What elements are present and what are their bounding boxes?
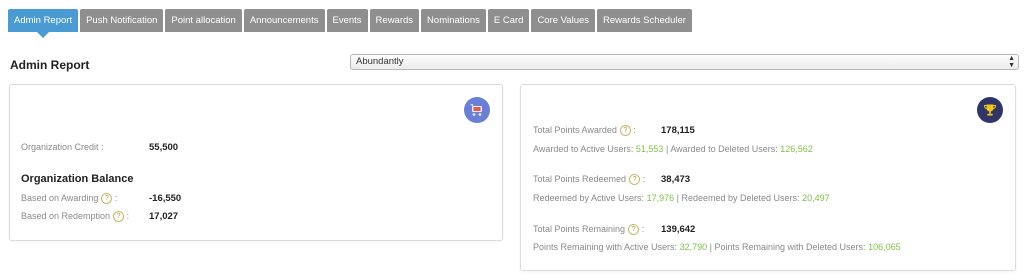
help-icon[interactable]: ?	[629, 174, 641, 186]
awarding-label-row: Based on Awarding? :	[21, 193, 118, 205]
redemption-label: Based on Redemption	[21, 211, 111, 221]
total-redeemed-value: 38,473	[661, 174, 691, 185]
organization-card: Organization Credit : 55,500 Organizatio…	[9, 84, 503, 241]
trophy-icon	[977, 97, 1003, 123]
colon: :	[641, 224, 645, 234]
redeemed-active-value: 17,976	[646, 193, 675, 203]
redeemed-active-label: Redeemed by Active Users:	[533, 193, 645, 203]
tab-events[interactable]: Events	[326, 9, 368, 32]
awarded-active-label: Awarded to Active Users:	[533, 144, 634, 154]
redeemed-deleted-value: 20,497	[802, 193, 830, 203]
select-arrows-icon: ▲ ▼	[1008, 55, 1015, 69]
points-card: Total Points Awarded? : 178,115 Awarded …	[520, 84, 1016, 271]
colon: :	[114, 193, 118, 203]
tab-nominations[interactable]: Nominations	[421, 9, 486, 32]
organization-balance-title: Organization Balance	[21, 173, 134, 185]
org-credit-label: Organization Credit :	[21, 142, 104, 152]
tab-point-allocation[interactable]: Point allocation	[165, 9, 242, 32]
awarded-deleted-value: 126,562	[780, 144, 813, 154]
remaining-breakdown: Points Remaining with Active Users: 32,7…	[533, 242, 901, 252]
separator: |	[665, 144, 669, 154]
remaining-active-value: 32,790	[679, 242, 708, 252]
org-credit-value: 55,500	[149, 142, 179, 153]
total-awarded-label: Total Points Awarded	[533, 125, 617, 135]
remaining-deleted-value: 106,065	[868, 242, 901, 252]
awarding-value: -16,550	[149, 193, 182, 204]
shopping-cart-icon	[464, 97, 490, 123]
tab-core-values[interactable]: Core Values	[531, 9, 596, 32]
redemption-label-row: Based on Redemption? :	[21, 211, 130, 223]
remaining-deleted-label: Points Remaining with Deleted Users:	[714, 242, 866, 252]
page-title: Admin Report	[10, 58, 90, 72]
total-remaining-label: Total Points Remaining	[533, 224, 626, 234]
help-icon[interactable]: ?	[628, 224, 640, 236]
total-remaining-label-row: Total Points Remaining? :	[533, 224, 645, 236]
tab-push-notification[interactable]: Push Notification	[80, 9, 164, 32]
awarded-deleted-label: Awarded to Deleted Users:	[670, 144, 778, 154]
tab-announcements[interactable]: Announcements	[243, 9, 325, 32]
colon: :	[633, 125, 636, 135]
help-icon[interactable]: ?	[101, 193, 113, 205]
redeemed-breakdown: Redeemed by Active Users: 17,976 | Redee…	[533, 193, 830, 203]
remaining-active-label: Points Remaining with Active Users:	[533, 242, 678, 252]
period-select-value: Abundantly	[356, 56, 404, 67]
redeemed-deleted-label: Redeemed by Deleted Users:	[681, 193, 800, 203]
colon: :	[642, 174, 646, 184]
colon: :	[126, 211, 130, 221]
separator: |	[709, 242, 712, 252]
total-awarded-value: 178,115	[661, 125, 695, 136]
total-remaining-value: 139,642	[661, 224, 696, 235]
nav-tabs: Admin Report Push Notification Point all…	[8, 9, 692, 38]
total-awarded-label-row: Total Points Awarded? :	[533, 125, 636, 137]
tab-e-card[interactable]: E Card	[487, 9, 530, 32]
awarding-label: Based on Awarding	[21, 193, 99, 203]
tab-rewards[interactable]: Rewards	[369, 9, 420, 32]
separator: |	[676, 193, 679, 203]
help-icon[interactable]: ?	[113, 211, 125, 223]
total-redeemed-label-row: Total Points Redeemed? :	[533, 174, 646, 186]
help-icon[interactable]: ?	[619, 125, 631, 137]
period-select[interactable]: Abundantly ▲ ▼	[350, 54, 1019, 70]
tab-admin-report[interactable]: Admin Report	[8, 9, 79, 38]
redemption-value: 17,027	[149, 211, 179, 222]
awarded-breakdown: Awarded to Active Users: 51,553 | Awarde…	[533, 144, 813, 154]
tab-rewards-scheduler[interactable]: Rewards Scheduler	[597, 9, 692, 32]
awarded-active-value: 51,553	[635, 144, 664, 154]
total-redeemed-label: Total Points Redeemed	[533, 174, 627, 184]
